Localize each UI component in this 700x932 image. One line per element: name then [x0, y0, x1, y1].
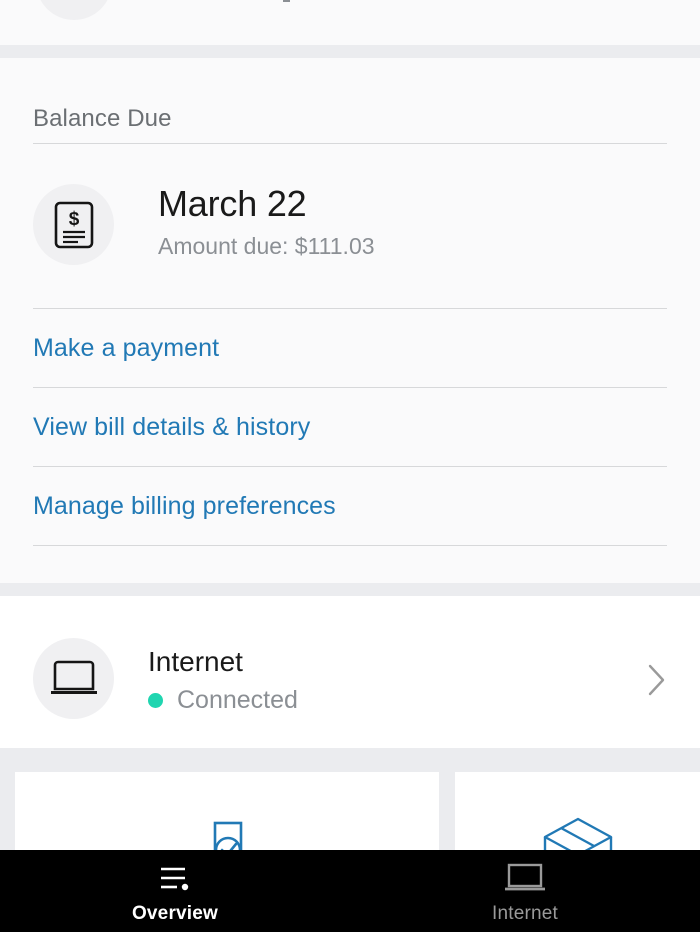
balance-due-text: March 22 Amount due: $111.03 — [158, 182, 375, 262]
nav-label-overview: Overview — [131, 903, 219, 924]
nav-item-overview[interactable]: Overview — [0, 850, 350, 932]
internet-service-row[interactable]: Internet Connected — [0, 596, 700, 748]
make-a-payment-link[interactable]: Make a payment — [33, 309, 667, 387]
chevron-right-icon[interactable] — [646, 662, 668, 703]
view-bill-details-history-link[interactable]: View bill details & history — [33, 388, 667, 466]
list-lines-dot-icon — [155, 861, 195, 895]
previous-card-remnant — [0, 0, 700, 45]
balance-due-row: $ March 22 Amount due: $111.03 — [33, 182, 667, 282]
billing-section: Balance Due $ March 22 Amount due: $111.… — [0, 58, 700, 583]
laptop-icon — [33, 638, 114, 719]
amount-due: Amount due: $111.03 — [158, 233, 375, 259]
manage-billing-preferences-link[interactable]: Manage billing preferences — [33, 467, 667, 545]
section-divider-middle — [0, 583, 700, 596]
status-label: Connected — [177, 686, 298, 714]
section-divider-bottom — [0, 748, 700, 762]
view-bill-details-history-label: View bill details & history — [33, 412, 311, 441]
divider — [33, 545, 667, 546]
service-name: Internet — [148, 646, 243, 677]
laptop-icon — [502, 861, 548, 895]
page-title: Balance Due — [33, 105, 172, 132]
divider — [33, 143, 667, 144]
text-fragment — [283, 0, 290, 2]
make-a-payment-label: Make a payment — [33, 333, 220, 362]
nav-item-internet[interactable]: Internet — [350, 850, 700, 932]
avatar — [36, 0, 112, 20]
status-dot-icon — [148, 692, 163, 708]
bill-dollar-document-icon: $ — [33, 184, 114, 265]
bottom-navigation: Overview Internet — [0, 850, 700, 932]
internet-service-text: Internet Connected — [148, 644, 298, 716]
section-divider-top — [0, 45, 700, 58]
status-badge: Connected — [148, 684, 298, 716]
manage-billing-preferences-label: Manage billing preferences — [33, 491, 336, 520]
due-date: March 22 — [158, 183, 307, 224]
app-root: Balance Due $ March 22 Amount due: $111.… — [0, 0, 700, 932]
svg-text:$: $ — [68, 209, 79, 230]
nav-label-internet: Internet — [491, 903, 559, 924]
